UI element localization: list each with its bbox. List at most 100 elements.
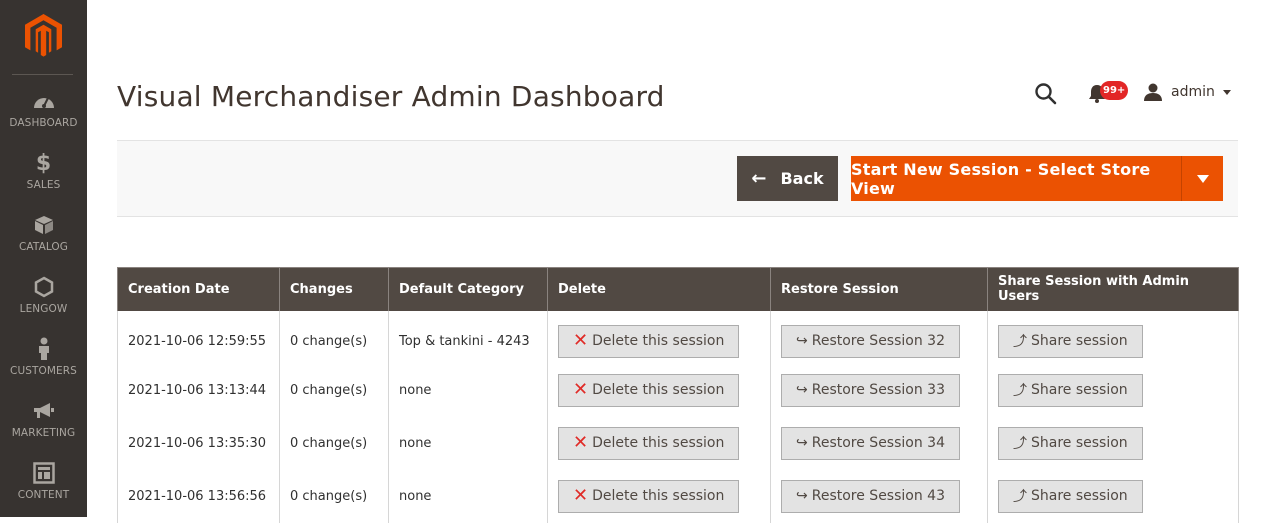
restore-session-button[interactable]: ↪ Restore Session 34	[781, 426, 960, 460]
restore-session-label: Restore Session 33	[811, 382, 945, 398]
sidebar-item-label: CUSTOMERS	[10, 365, 77, 377]
share-arrow-icon: ⤴	[1013, 436, 1027, 452]
creation-date-cell: 2021-10-06 12:59:55	[117, 310, 280, 364]
delete-x-icon: ✕	[573, 485, 589, 506]
table-row: 2021-10-06 12:59:55 0 change(s) Top & ta…	[117, 310, 1239, 364]
arrow-left-icon: ←	[751, 168, 767, 189]
creation-date-cell: 2021-10-06 13:56:56	[117, 469, 280, 523]
delete-session-button[interactable]: ✕ Delete this session	[558, 426, 740, 460]
share-session-label: Share session	[1031, 435, 1128, 451]
magento-logo-icon	[25, 14, 62, 57]
delete-session-label: Delete this session	[592, 435, 725, 451]
column-header: Share Session with Admin Users	[987, 267, 1239, 311]
global-search-button[interactable]	[1033, 81, 1059, 107]
restore-arrow-icon: ↪	[796, 488, 808, 504]
sidebar-item-label: CATALOG	[18, 241, 69, 253]
notifications-button[interactable]: 99+	[1087, 80, 1129, 106]
default-category-cell: none	[388, 469, 548, 523]
share-arrow-icon: ⤴	[1013, 489, 1027, 505]
sidebar-item-label: SALES	[26, 179, 61, 191]
delete-session-button[interactable]: ✕ Delete this session	[558, 324, 740, 358]
box-icon	[0, 212, 87, 238]
admin-user-menu[interactable]: admin	[1143, 82, 1231, 102]
changes-cell: 0 change(s)	[279, 310, 389, 364]
table-header-row: Creation Date Changes Default Category D…	[117, 267, 1239, 311]
restore-arrow-icon: ↪	[796, 382, 808, 398]
person-icon	[0, 336, 87, 362]
dashboard-icon	[0, 88, 87, 114]
restore-arrow-icon: ↪	[796, 333, 808, 349]
restore-session-button[interactable]: ↪ Restore Session 33	[781, 373, 960, 407]
share-session-button[interactable]: ⤴ Share session	[998, 479, 1143, 513]
share-cell: ⤴ Share session	[987, 416, 1239, 470]
delete-session-button[interactable]: ✕ Delete this session	[558, 479, 740, 513]
sidebar-item-marketing[interactable]: MARKETING	[0, 398, 87, 460]
default-category-cell: none	[388, 416, 548, 470]
restore-cell: ↪ Restore Session 33	[770, 363, 988, 417]
dollar-icon: $	[35, 150, 52, 176]
delete-cell: ✕ Delete this session	[547, 416, 771, 470]
sessions-table: Creation Date Changes Default Category D…	[117, 267, 1239, 523]
admin-sidebar: DASHBOARD $ SALES CATALOG LENGOW CUSTOME…	[0, 0, 87, 517]
sidebar-item-label: MARKETING	[11, 427, 76, 439]
start-new-session-button[interactable]: Start New Session - Select Store View	[851, 156, 1181, 201]
sidebar-item-lengow[interactable]: LENGOW	[0, 274, 87, 336]
share-session-label: Share session	[1031, 382, 1128, 398]
chevron-down-icon	[1222, 89, 1231, 95]
column-header: Default Category	[388, 267, 548, 311]
restore-session-label: Restore Session 34	[811, 435, 945, 451]
chevron-down-icon	[1196, 174, 1209, 183]
delete-x-icon: ✕	[573, 330, 589, 351]
sidebar-item-label: LENGOW	[19, 303, 68, 315]
table-row: 2021-10-06 13:56:56 0 change(s) none ✕ De…	[117, 469, 1239, 523]
share-session-label: Share session	[1031, 333, 1128, 349]
restore-session-label: Restore Session 43	[811, 488, 945, 504]
sidebar-item-sales[interactable]: $ SALES	[0, 150, 87, 212]
magento-logo[interactable]	[0, 0, 87, 75]
delete-cell: ✕ Delete this session	[547, 469, 771, 523]
creation-date-cell: 2021-10-06 13:13:44	[117, 363, 280, 417]
share-session-button[interactable]: ⤴ Share session	[998, 373, 1143, 407]
admin-username: admin	[1171, 84, 1215, 100]
restore-session-button[interactable]: ↪ Restore Session 43	[781, 479, 960, 513]
delete-cell: ✕ Delete this session	[547, 363, 771, 417]
start-new-session-split-button: Start New Session - Select Store View	[851, 156, 1223, 201]
back-button[interactable]: ← Back	[737, 156, 838, 201]
changes-cell: 0 change(s)	[279, 363, 389, 417]
share-session-button[interactable]: ⤴ Share session	[998, 324, 1143, 358]
restore-arrow-icon: ↪	[796, 435, 808, 451]
sidebar-item-content[interactable]: CONTENT	[0, 460, 87, 522]
sidebar-item-label: DASHBOARD	[9, 117, 78, 129]
page-actions-bar: ← Back Start New Session - Select Store …	[117, 140, 1238, 217]
store-view-dropdown-toggle[interactable]	[1182, 156, 1223, 201]
delete-session-label: Delete this session	[592, 382, 725, 398]
changes-cell: 0 change(s)	[279, 416, 389, 470]
logo-divider	[12, 74, 73, 75]
restore-cell: ↪ Restore Session 34	[770, 416, 988, 470]
hexagon-icon	[0, 274, 87, 300]
restore-cell: ↪ Restore Session 43	[770, 469, 988, 523]
table-row: 2021-10-06 13:13:44 0 change(s) none ✕ De…	[117, 363, 1239, 417]
sidebar-item-catalog[interactable]: CATALOG	[0, 212, 87, 274]
delete-cell: ✕ Delete this session	[547, 310, 771, 364]
share-session-label: Share session	[1031, 488, 1128, 504]
megaphone-icon	[0, 398, 87, 424]
share-arrow-icon: ⤴	[1013, 383, 1027, 399]
share-session-button[interactable]: ⤴ Share session	[998, 426, 1143, 460]
notifications-count-badge: 99+	[1100, 81, 1129, 100]
restore-session-label: Restore Session 32	[811, 333, 945, 349]
delete-x-icon: ✕	[573, 379, 589, 400]
share-cell: ⤴ Share session	[987, 310, 1239, 364]
table-row: 2021-10-06 13:35:30 0 change(s) none ✕ De…	[117, 416, 1239, 470]
sidebar-item-dashboard[interactable]: DASHBOARD	[0, 88, 87, 150]
delete-session-label: Delete this session	[592, 488, 725, 504]
delete-session-label: Delete this session	[592, 333, 725, 349]
sidebar-item-customers[interactable]: CUSTOMERS	[0, 336, 87, 398]
changes-cell: 0 change(s)	[279, 469, 389, 523]
column-header: Restore Session	[770, 267, 988, 311]
layout-icon	[0, 460, 87, 486]
delete-session-button[interactable]: ✕ Delete this session	[558, 373, 740, 407]
share-cell: ⤴ Share session	[987, 469, 1239, 523]
restore-session-button[interactable]: ↪ Restore Session 32	[781, 324, 960, 358]
column-header: Changes	[279, 267, 389, 311]
